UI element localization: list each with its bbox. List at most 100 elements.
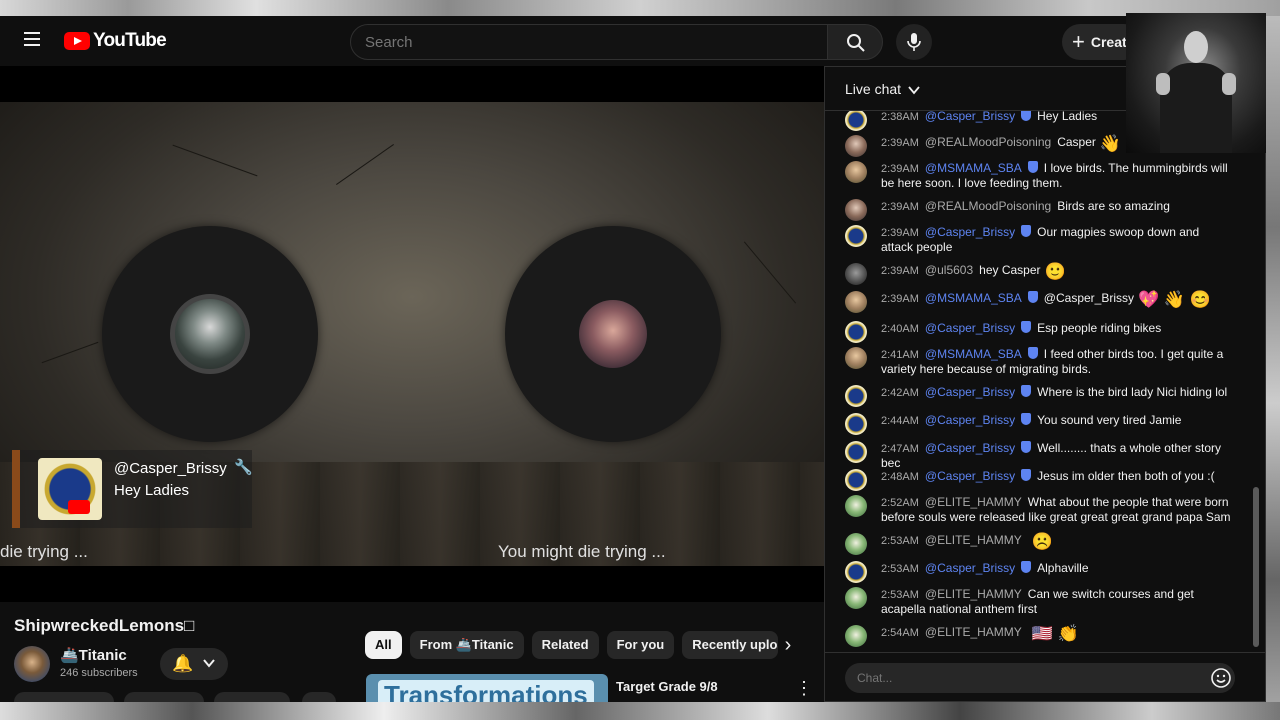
chat-scrollbar[interactable]: [1253, 487, 1259, 647]
chevron-right-icon[interactable]: ›: [776, 633, 800, 657]
hamburger-menu-icon[interactable]: [18, 28, 46, 54]
chat-author-avatar[interactable]: [845, 347, 867, 369]
search-input[interactable]: [351, 25, 791, 59]
chat-message-text: Esp people riding bikes: [1037, 321, 1162, 335]
chat-message[interactable]: 2:40AM @Casper_Brissy Esp people riding bi…: [845, 321, 1233, 343]
speaker-avatar-right: [579, 300, 647, 368]
live-chat-panel: Live chat 2:38AM @Casper_Brissy Hey Ladies…: [824, 66, 1266, 702]
filter-chips: All From 🚢Titanic Related For you Recent…: [365, 631, 779, 659]
chat-message[interactable]: 2:47AM @Casper_Brissy Well........ thats a…: [845, 441, 1233, 470]
channel-name[interactable]: 🚢Titanic: [60, 646, 127, 664]
chat-author-name[interactable]: @ELITE_HAMMY: [925, 625, 1022, 639]
chat-author-name[interactable]: @MSMAMA_SBA: [925, 161, 1022, 175]
chat-message[interactable]: 2:39AM @MSMAMA_SBA I love birds. The hummi…: [845, 161, 1233, 190]
chat-input[interactable]: [845, 663, 1235, 693]
chat-emoji: 🙂: [1044, 262, 1066, 281]
chat-author-avatar[interactable]: [845, 533, 867, 555]
chevron-down-icon: [203, 659, 215, 668]
chat-author-name[interactable]: @REALMoodPoisoning: [925, 135, 1051, 149]
chat-author-avatar[interactable]: [845, 587, 867, 609]
chat-author-name[interactable]: @Casper_Brissy: [925, 111, 1015, 123]
chat-author-name[interactable]: @Casper_Brissy: [925, 469, 1015, 483]
chat-author-name[interactable]: @MSMAMA_SBA: [925, 291, 1022, 305]
chat-author-avatar[interactable]: [845, 135, 867, 157]
chat-author-avatar[interactable]: [845, 385, 867, 407]
live-chat-mode-selector[interactable]: Live chat: [845, 81, 901, 97]
moderator-shield-icon: [1021, 469, 1032, 481]
chat-message[interactable]: 2:52AM @ELITE_HAMMY What about the people …: [845, 495, 1233, 524]
chat-timestamp: 2:42AM: [881, 387, 919, 399]
chevron-down-icon[interactable]: [907, 83, 921, 97]
plus-icon: +: [1072, 29, 1085, 54]
moderator-shield-icon: [1021, 561, 1032, 573]
caption-left: die trying ...: [0, 542, 88, 561]
video-bottom-band: [0, 566, 824, 602]
chat-author-name[interactable]: @ELITE_HAMMY: [925, 533, 1022, 547]
moderator-shield-icon: [1021, 385, 1032, 397]
webcam-person-head: [1184, 31, 1208, 63]
chat-message[interactable]: 2:44AM @Casper_Brissy You sound very tired…: [845, 413, 1233, 435]
speaker-disc-left: [102, 226, 318, 442]
chat-message[interactable]: 2:39AM @MSMAMA_SBA @Casper_Brissy 💖 👋 😊: [845, 291, 1233, 313]
chat-message-list[interactable]: 2:38AM @Casper_Brissy Hey Ladies 2:39AM @REA…: [825, 111, 1265, 651]
chat-author-name[interactable]: @Casper_Brissy: [925, 413, 1015, 427]
voice-search-button[interactable]: [896, 24, 932, 60]
chat-author-avatar[interactable]: [845, 199, 867, 221]
chip-from-channel[interactable]: From 🚢Titanic: [409, 631, 524, 659]
chat-author-name[interactable]: @ELITE_HAMMY: [925, 587, 1022, 601]
chat-author-avatar[interactable]: [845, 495, 867, 517]
chat-author-avatar[interactable]: [845, 413, 867, 435]
chat-timestamp: 2:39AM: [881, 293, 919, 305]
notifications-button[interactable]: 🔔: [160, 648, 228, 680]
chat-author-name[interactable]: @Casper_Brissy: [925, 441, 1015, 455]
chat-author-avatar[interactable]: [845, 291, 867, 313]
highlight-author: @Casper_Brissy: [114, 460, 227, 477]
chat-message[interactable]: 2:39AM @Casper_Brissy Our magpies swoop do…: [845, 225, 1233, 254]
chip-all[interactable]: All: [365, 631, 402, 659]
chat-message[interactable]: 2:39AM @REALMoodPoisoning Birds are so ama…: [845, 199, 1233, 221]
chat-author-avatar[interactable]: [845, 561, 867, 583]
youtube-logo[interactable]: YouTube: [64, 30, 167, 52]
chat-author-name[interactable]: @Casper_Brissy: [925, 385, 1015, 399]
chat-author-name[interactable]: @Casper_Brissy: [925, 561, 1015, 575]
chat-timestamp: 2:40AM: [881, 323, 919, 335]
chat-author-name[interactable]: @ELITE_HAMMY: [925, 495, 1022, 509]
chip-for-you[interactable]: For you: [606, 631, 675, 659]
chat-author-avatar[interactable]: [845, 441, 867, 463]
chat-message[interactable]: 2:39AM @ul5603 hey Casper 🙂: [845, 262, 1233, 285]
chat-message[interactable]: 2:53AM @ELITE_HAMMY Can we switch courses …: [845, 587, 1233, 616]
chat-timestamp: 2:39AM: [881, 265, 919, 277]
chat-message[interactable]: 2:53AM @Casper_Brissy Alphaville: [845, 561, 1233, 583]
chat-author-avatar[interactable]: [845, 263, 867, 285]
channel-avatar[interactable]: [14, 646, 50, 682]
chat-author-avatar[interactable]: [845, 161, 867, 183]
chip-recently-uploaded[interactable]: Recently uploaded: [682, 631, 779, 659]
speaker-avatar-left: [170, 294, 250, 374]
chat-message[interactable]: 2:41AM @MSMAMA_SBA I feed other birds too.…: [845, 347, 1233, 376]
chat-author-name[interactable]: @Casper_Brissy: [925, 321, 1015, 335]
related-video-title[interactable]: Target Grade 9/8: [616, 679, 718, 694]
chat-author-name[interactable]: @ul5603: [925, 263, 973, 277]
masthead: YouTube + Creat: [0, 16, 1266, 66]
chat-message[interactable]: 2:42AM @Casper_Brissy Where is the bird la…: [845, 385, 1233, 407]
more-vert-icon[interactable]: ⋮: [795, 678, 813, 698]
search-button[interactable]: [827, 24, 883, 60]
emoji-icon[interactable]: [1210, 667, 1232, 689]
chip-related[interactable]: Related: [531, 631, 599, 659]
chat-message-text: Where is the bird lady Nici hiding lol: [1037, 385, 1228, 399]
video-top-band: [0, 66, 824, 102]
chat-author-avatar[interactable]: [845, 321, 867, 343]
chat-author-avatar[interactable]: [845, 225, 867, 247]
video-player[interactable]: @Casper_Brissy 🔧 Hey Ladies die trying .…: [0, 102, 824, 566]
chat-author-name[interactable]: @REALMoodPoisoning: [925, 199, 1051, 213]
chat-message[interactable]: 2:48AM @Casper_Brissy Jesus im older then …: [845, 469, 1233, 491]
create-label: Creat: [1090, 34, 1127, 50]
chat-author-avatar[interactable]: [845, 625, 867, 647]
chat-author-name[interactable]: @MSMAMA_SBA: [925, 347, 1022, 361]
chat-message[interactable]: 2:54AM @ELITE_HAMMY 🇺🇸 👏: [845, 625, 1233, 647]
chat-author-avatar[interactable]: [845, 111, 867, 131]
search-box: [350, 24, 828, 60]
chat-author-name[interactable]: @Casper_Brissy: [925, 225, 1015, 239]
chat-message[interactable]: 2:53AM @ELITE_HAMMY ☹️: [845, 533, 1233, 555]
chat-author-avatar[interactable]: [845, 469, 867, 491]
